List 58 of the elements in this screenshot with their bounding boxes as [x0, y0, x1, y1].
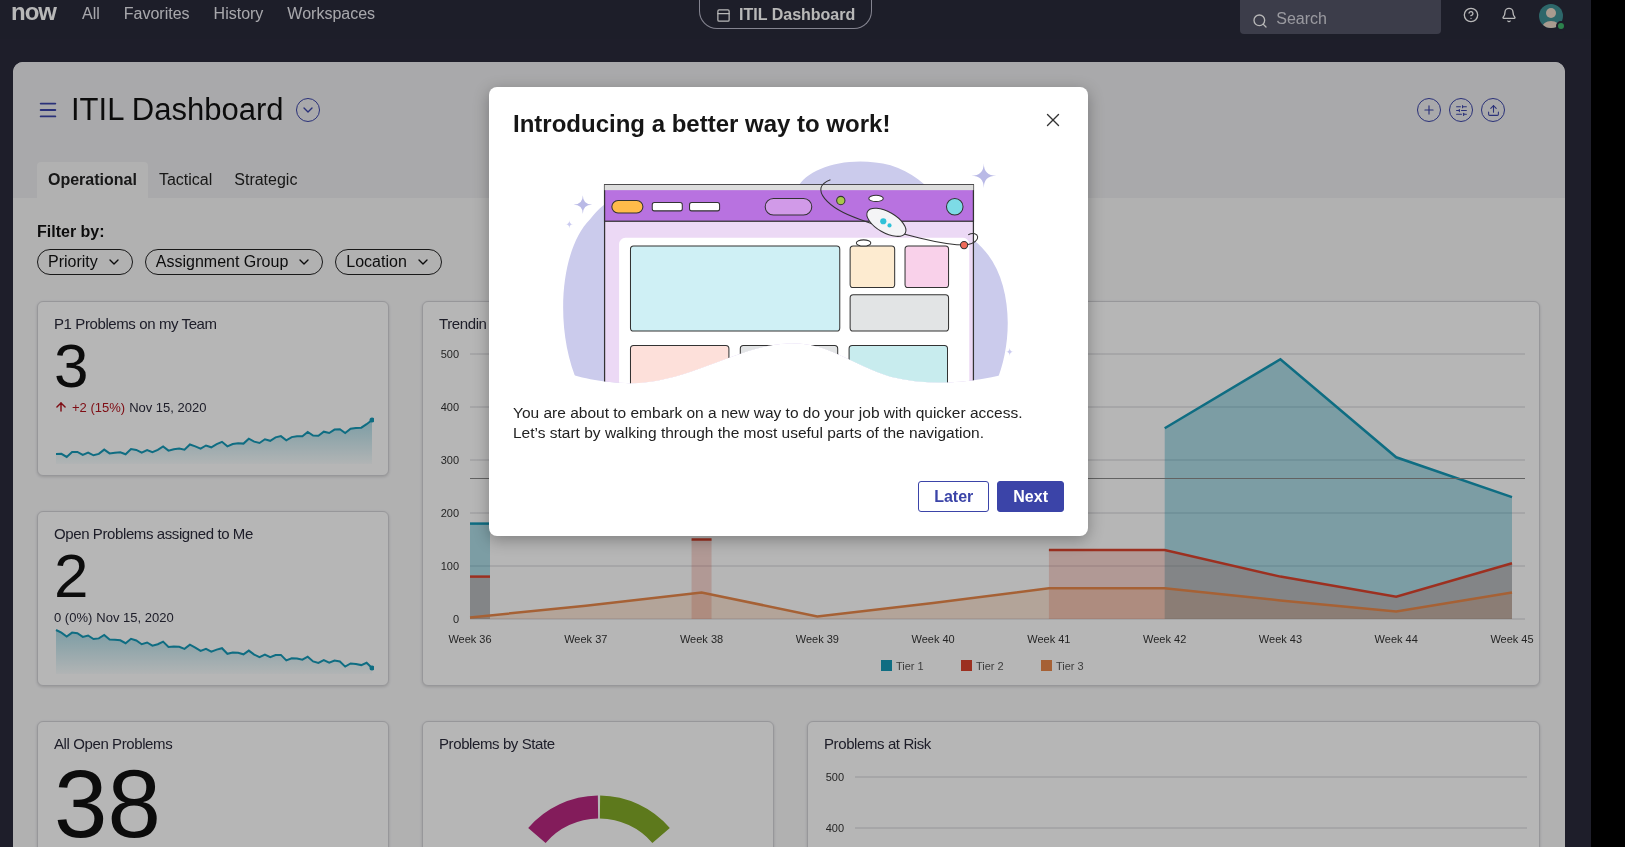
change-value: +2 (15%)	[72, 399, 126, 415]
legend-label: Tier 3	[1056, 660, 1084, 672]
axis-tick-label: 300	[440, 454, 459, 466]
metric-value: 2	[54, 544, 89, 608]
legend-label: Tier 2	[976, 660, 1004, 672]
dashboard-title: ITIL Dashboard	[71, 92, 284, 128]
axis-tick-label: 0	[452, 613, 459, 625]
axis-tick-label: Week 39	[795, 633, 839, 645]
axis-tick-label: Week 44	[1374, 633, 1418, 645]
current-page-tab[interactable]: ITIL Dashboard	[699, 0, 873, 29]
change-date: Nov 15, 2020	[96, 609, 174, 625]
dialog-title: Introducing a better way to work!	[513, 109, 891, 139]
axis-tick-label: Week 38	[679, 633, 724, 645]
metric-value: 3	[54, 334, 89, 398]
help-icon[interactable]	[1463, 7, 1480, 23]
later-button[interactable]: Later	[918, 481, 990, 512]
card-title: Open Problems assigned to Me	[54, 524, 253, 544]
search-icon	[1252, 13, 1269, 29]
next-button[interactable]: Next	[997, 481, 1064, 512]
metric-value: 38	[54, 754, 161, 847]
nav-link[interactable]: Favorites	[123, 4, 190, 24]
card-title: Problems by State	[439, 734, 555, 754]
legend-label: Tier 1	[896, 660, 924, 672]
axis-tick-label: Week 36	[448, 633, 492, 645]
axis-tick-label: Week 41	[1027, 633, 1071, 645]
axis-tick-label: Week 43	[1258, 633, 1303, 645]
sliders-icon	[1454, 103, 1468, 117]
change-value: 0 (0%)	[54, 609, 93, 625]
axis-tick-label: 100	[440, 560, 459, 572]
dashboard-tab[interactable]: Strategic	[223, 162, 309, 198]
nav-link[interactable]: History	[213, 4, 264, 24]
upload-icon	[1486, 103, 1500, 117]
dialog-message: You are about to embark on a new way to do your job with quicker access. Let’s start by walking through the most useful parts of the navigation.	[513, 403, 1024, 443]
logo[interactable]: now	[11, 2, 56, 22]
card-title: Trendin	[439, 314, 487, 334]
card-title: All Open Problems	[54, 734, 173, 754]
card-title: Problems at Risk	[824, 734, 931, 754]
plus-icon	[1422, 103, 1436, 117]
change-date: Nov 15, 2020	[129, 399, 207, 415]
axis-tick-label: Week 37	[564, 633, 608, 645]
filter-label: Filter by:	[37, 223, 106, 241]
axis-tick-label: 400	[440, 401, 459, 413]
dashboard-tab[interactable]: Operational	[37, 162, 148, 198]
axis-tick-label: 400	[825, 822, 844, 834]
search-field[interactable]: Search	[1240, 0, 1442, 34]
nav-link[interactable]: Workspaces	[287, 4, 376, 24]
dashboard-tab[interactable]: Tactical	[147, 162, 224, 198]
user-avatar[interactable]	[1539, 4, 1564, 28]
bell-icon[interactable]	[1501, 7, 1518, 23]
card-title: P1 Problems on my Team	[54, 314, 217, 334]
axis-tick-label: 500	[440, 348, 459, 360]
nav-link[interactable]: All	[82, 4, 100, 24]
axis-tick-label: Week 40	[911, 633, 955, 645]
axis-tick-label: Week 45	[1490, 633, 1534, 645]
window-icon	[716, 7, 732, 23]
axis-tick-label: 200	[440, 507, 459, 519]
axis-tick-label: 500	[825, 771, 844, 783]
axis-tick-label: Week 42	[1143, 633, 1187, 645]
